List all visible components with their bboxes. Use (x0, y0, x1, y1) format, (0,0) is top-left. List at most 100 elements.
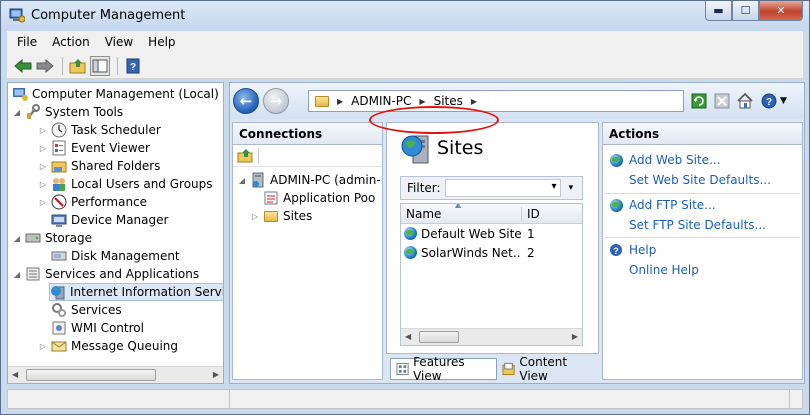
menu-view[interactable]: View (105, 35, 133, 49)
menu-help[interactable]: Help (148, 35, 175, 49)
up-folder-button[interactable] (68, 56, 88, 76)
scroll-left-icon[interactable]: ◀ (12, 370, 18, 379)
expanded-arrow-icon[interactable]: ◢ (12, 270, 22, 279)
tree-item-label: Task Scheduler (71, 123, 161, 137)
minimize-button[interactable]: ▬ (705, 1, 732, 21)
tree-item-task-scheduler[interactable]: ▷ Task Scheduler (38, 121, 161, 139)
help-icon: ? (607, 242, 625, 258)
collapsed-arrow-icon[interactable]: ▷ (38, 180, 48, 189)
nav-forward-button[interactable]: → (263, 88, 289, 114)
collapsed-arrow-icon[interactable]: ▷ (250, 212, 260, 221)
show-hide-tree-button[interactable] (90, 55, 110, 76)
tree-horizontal-scrollbar[interactable]: ◀ ▶ (8, 366, 223, 383)
breadcrumb-separator-icon: ▶ (419, 96, 426, 106)
help-icon: ? (761, 93, 777, 109)
tree-item-storage[interactable]: ◢ Storage (12, 229, 92, 247)
expanded-arrow-icon[interactable]: ◢ (237, 176, 247, 185)
scrollbar-thumb[interactable] (26, 369, 156, 381)
tree-item-message-queuing[interactable]: ▷ Message Queuing (38, 337, 178, 355)
back-button[interactable] (13, 56, 33, 76)
connections-sites-node[interactable]: ▷ Sites (250, 207, 312, 225)
online-help-link[interactable]: Online Help (629, 261, 699, 279)
tree-item-label: Services (71, 303, 122, 317)
collapsed-arrow-icon[interactable]: ▷ (38, 198, 48, 207)
set-ftp-site-defaults-link[interactable]: Set FTP Site Defaults... (629, 216, 766, 234)
forward-button[interactable] (35, 56, 55, 76)
computer-management-icon (12, 86, 28, 102)
shared-folders-icon (51, 158, 67, 174)
help-dropdown-button[interactable]: ? ▼ (759, 92, 789, 110)
collapsed-arrow-icon[interactable]: ▷ (38, 342, 48, 351)
wmi-icon (51, 320, 67, 336)
collapsed-arrow-icon[interactable]: ▷ (38, 144, 48, 153)
sites-server-icon (401, 135, 429, 164)
table-row[interactable]: SolarWinds Net... 2 (401, 243, 582, 262)
menu-action[interactable]: Action (52, 35, 90, 49)
toolbar-overflow-icon[interactable]: ▾ (569, 183, 574, 193)
forward-arrow-icon: → (269, 92, 283, 110)
stop-button[interactable] (713, 92, 731, 110)
expanded-arrow-icon[interactable]: ◢ (12, 108, 22, 117)
help-link[interactable]: ? Help (607, 241, 656, 259)
add-ftp-site-link[interactable]: Add FTP Site... (607, 196, 716, 214)
toolbar: ? (7, 53, 803, 79)
nav-back-button[interactable]: ← (233, 88, 259, 114)
tab-features-view[interactable]: Features View (390, 355, 498, 383)
collapsed-arrow-icon[interactable]: ▷ (38, 162, 48, 171)
tree-item-label: Disk Management (71, 249, 180, 263)
server-label: ADMIN-PC (admin- (270, 173, 381, 187)
content-view-icon (502, 362, 515, 376)
refresh-button[interactable] (690, 92, 708, 110)
home-button[interactable] (736, 92, 754, 110)
collapsed-arrow-icon[interactable]: ▷ (38, 126, 48, 135)
tree-item-iis[interactable]: Internet Information Services (49, 283, 223, 301)
tree-item-event-viewer[interactable]: ▷ Event Viewer (38, 139, 150, 157)
tree-item-disk-management[interactable]: Disk Management (51, 247, 180, 265)
tab-content-view[interactable]: Content View (497, 355, 599, 383)
column-header-name[interactable]: Name ▲ (401, 204, 521, 221)
close-button[interactable]: ✕ (759, 1, 803, 21)
scroll-left-icon[interactable]: ◀ (405, 332, 411, 341)
svg-text:?: ? (130, 62, 136, 73)
expanded-arrow-icon[interactable]: ◢ (12, 234, 22, 243)
sites-panel: Sites Filter: ▾ Name ▲ ID (386, 122, 599, 354)
sites-horizontal-scrollbar[interactable]: ◀ ▶ (401, 328, 582, 345)
filter-input[interactable] (444, 179, 561, 197)
help-button[interactable]: ? (123, 56, 143, 76)
svg-text:?: ? (766, 97, 772, 108)
tree-item-performance[interactable]: ▷ Performance (38, 193, 147, 211)
set-web-site-defaults-link[interactable]: Set Web Site Defaults... (629, 171, 771, 189)
address-bar[interactable]: ▶ ADMIN-PC ▶ Sites ▶ (308, 90, 684, 112)
tree-item-device-manager[interactable]: Device Manager (51, 211, 168, 229)
maximize-button[interactable]: ☐ (732, 1, 759, 21)
connect-icon (237, 148, 253, 162)
menu-file[interactable]: File (17, 35, 37, 49)
tree-item-services-applications[interactable]: ◢ Services and Applications (12, 265, 199, 283)
site-name: SolarWinds Net... (421, 245, 521, 260)
site-id: 1 (527, 226, 535, 241)
minimize-icon: ▬ (713, 4, 724, 17)
connections-server-node[interactable]: ◢ ADMIN-PC (admin- (237, 171, 381, 189)
tree-item-computer-management[interactable]: Computer Management (Local) (12, 85, 219, 103)
help-book-icon: ? (126, 58, 140, 73)
scroll-right-icon[interactable]: ▶ (213, 370, 219, 379)
storage-icon (25, 230, 41, 246)
refresh-icon (691, 93, 707, 109)
tree-item-shared-folders[interactable]: ▷ Shared Folders (38, 157, 160, 175)
tree-item-services[interactable]: Services (51, 301, 122, 319)
tree-item-local-users-groups[interactable]: ▷ Local Users and Groups (38, 175, 213, 193)
scroll-right-icon[interactable]: ▶ (572, 332, 578, 341)
breadcrumb-admin-pc[interactable]: ADMIN-PC (351, 94, 411, 108)
scrollbar-thumb[interactable] (419, 331, 459, 343)
breadcrumb-separator-icon: ▶ (337, 96, 344, 106)
add-web-site-link[interactable]: Add Web Site... (607, 151, 721, 169)
table-row[interactable]: Default Web Site 1 (401, 224, 582, 243)
connections-app-pools-node[interactable]: Application Poo (263, 189, 375, 207)
tree-item-wmi-control[interactable]: WMI Control (51, 319, 144, 337)
tree-item-system-tools[interactable]: ◢ System Tools (12, 103, 123, 121)
highlight-circle-annotation (369, 106, 499, 134)
column-header-id[interactable]: ID (521, 206, 581, 221)
clock-icon (51, 122, 67, 138)
connect-button[interactable] (237, 148, 253, 164)
iis-icon (50, 284, 66, 300)
